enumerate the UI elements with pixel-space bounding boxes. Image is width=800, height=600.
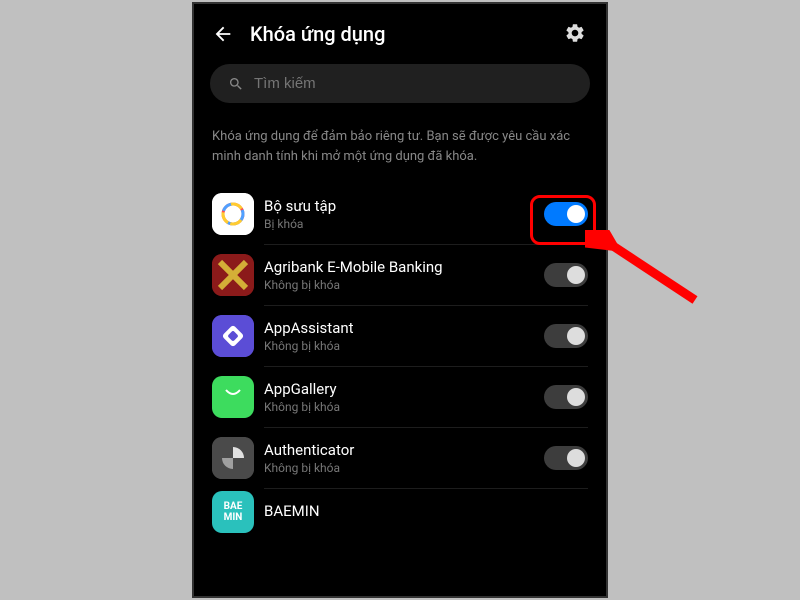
app-status-label: Bị khóa	[264, 217, 544, 231]
settings-button[interactable]	[564, 22, 588, 46]
header-bar: Khóa ứng dụng	[194, 4, 606, 60]
app-row-gallery: Bộ sưu tập Bị khóa	[264, 184, 588, 245]
app-icon-agribank	[212, 254, 254, 296]
app-name-label: Agribank E-Mobile Banking	[264, 258, 544, 276]
gear-icon	[564, 22, 586, 44]
app-icon-baemin: BAEMIN	[212, 491, 254, 533]
app-status-label: Không bị khóa	[264, 339, 544, 353]
back-button[interactable]	[212, 22, 236, 46]
toggle-knob-icon	[567, 449, 585, 467]
app-name-label: AppAssistant	[264, 319, 544, 337]
description-text: Khóa ứng dụng để đảm bảo riêng tư. Bạn s…	[194, 119, 606, 184]
search-icon	[228, 76, 244, 92]
app-status-label: Không bị khóa	[264, 461, 544, 475]
app-row-appgallery: AppGallery Không bị khóa	[264, 367, 588, 428]
toggle-knob-icon	[567, 327, 585, 345]
app-row-agribank: Agribank E-Mobile Banking Không bị khóa	[264, 245, 588, 306]
app-name-label: AppGallery	[264, 380, 544, 398]
app-name-label: Authenticator	[264, 441, 544, 459]
app-row-authenticator: Authenticator Không bị khóa	[264, 428, 588, 489]
toggle-appassistant[interactable]	[544, 324, 588, 348]
toggle-appgallery[interactable]	[544, 385, 588, 409]
app-icon-appassistant	[212, 315, 254, 357]
search-field[interactable]	[254, 75, 572, 92]
app-name-label: Bộ sưu tập	[264, 197, 544, 215]
toggle-agribank[interactable]	[544, 263, 588, 287]
search-input[interactable]	[210, 64, 590, 103]
app-icon-appgallery	[212, 376, 254, 418]
phone-screen: Khóa ứng dụng Khóa ứng dụng để đảm bảo r…	[192, 2, 608, 598]
toggle-gallery[interactable]	[544, 202, 588, 226]
app-status-label: Không bị khóa	[264, 278, 544, 292]
toggle-authenticator[interactable]	[544, 446, 588, 470]
app-row-appassistant: AppAssistant Không bị khóa	[264, 306, 588, 367]
app-list: Bộ sưu tập Bị khóa Agribank E-Mobile Ban…	[194, 184, 606, 535]
back-arrow-icon	[212, 23, 234, 45]
toggle-knob-icon	[567, 205, 585, 223]
app-name-label: BAEMIN	[264, 502, 588, 520]
app-status-label: Không bị khóa	[264, 400, 544, 414]
app-icon-authenticator	[212, 437, 254, 479]
page-title: Khóa ứng dụng	[250, 22, 564, 46]
app-row-baemin: BAEMIN BAEMIN	[264, 489, 588, 535]
toggle-knob-icon	[567, 388, 585, 406]
toggle-knob-icon	[567, 266, 585, 284]
app-icon-gallery	[212, 193, 254, 235]
